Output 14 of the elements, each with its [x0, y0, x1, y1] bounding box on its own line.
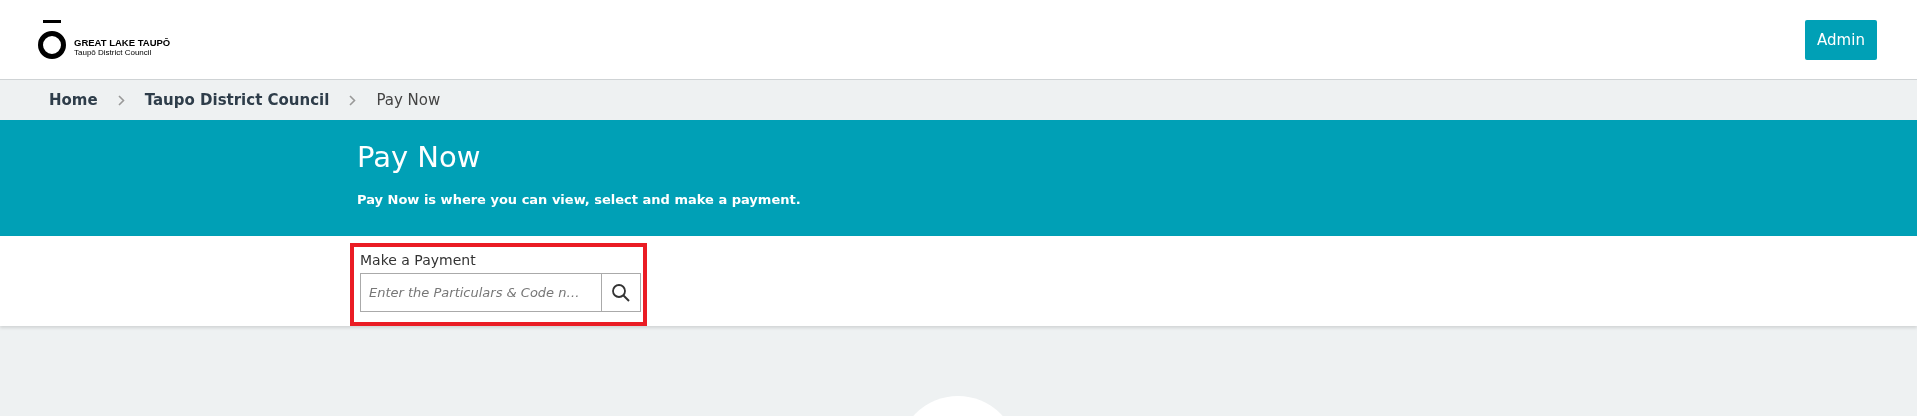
- search-icon: [611, 282, 631, 303]
- page-description: Pay Now is where you can view, select and make a payment.: [357, 192, 802, 207]
- search-button[interactable]: [602, 273, 641, 312]
- breadcrumb-link[interactable]: Taupo District Council: [144, 91, 330, 109]
- field-label: Make a Payment: [360, 252, 477, 268]
- chevron-icon: [117, 94, 125, 106]
- chevron-icon: [349, 94, 357, 106]
- page-title: Pay Now: [357, 140, 482, 174]
- logo-title: GREAT LAKE TAUPŌ: [74, 36, 171, 48]
- logo-icon: [37, 19, 67, 60]
- breadcrumb-link[interactable]: Home: [49, 91, 98, 109]
- logo-subtitle: Taupō District Council: [74, 47, 153, 57]
- breadcrumb-link[interactable]: Pay Now: [376, 91, 441, 109]
- search-field[interactable]: Enter the Particulars & Code n…: [360, 273, 602, 312]
